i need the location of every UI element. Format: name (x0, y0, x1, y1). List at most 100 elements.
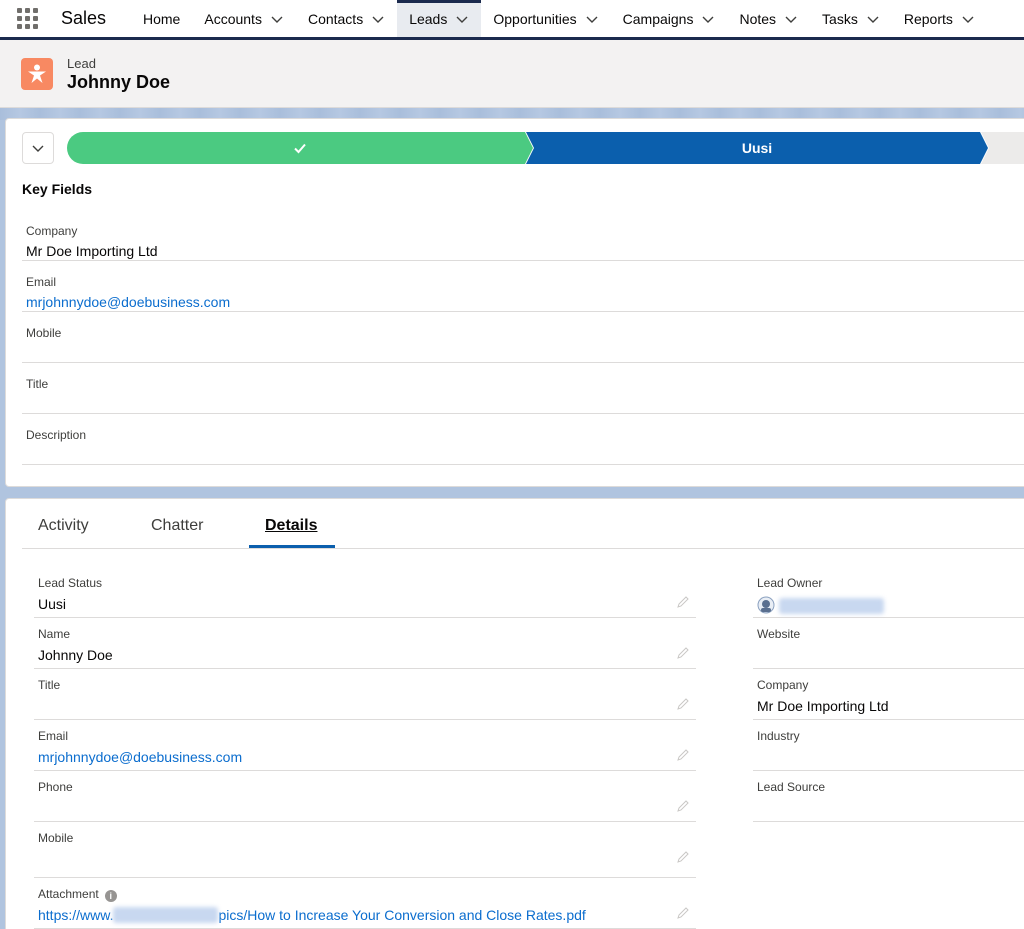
field-label: Lead Source (757, 780, 826, 794)
field-label: Title (26, 377, 49, 391)
detail-industry: Industry (753, 720, 1024, 771)
avatar (757, 596, 775, 614)
nav-item-label: Notes (739, 10, 777, 27)
pencil-icon[interactable] (676, 799, 690, 813)
pencil-icon[interactable] (676, 906, 690, 920)
field-label: Industry (757, 729, 800, 743)
field-value: Mr Doe Importing Ltd (757, 698, 889, 714)
detail-attachment: Attachment i https://www.xxxxxxxxxxxxxxxp… (34, 878, 696, 929)
chevron-down-icon[interactable] (455, 12, 469, 26)
tab-details[interactable]: Details (265, 517, 317, 535)
tab-bar: Activity Chatter Details (22, 499, 1024, 549)
field-label: Phone (38, 780, 73, 794)
object-type-label: Lead (67, 56, 96, 71)
nav-item-campaigns[interactable]: Campaigns (611, 0, 728, 37)
record-header: Lead Johnny Doe (0, 40, 1024, 108)
detail-mobile: Mobile (34, 822, 696, 878)
nav-item-home[interactable]: Home (131, 0, 192, 37)
attachment-url-suffix: pics/How to Increase Your Conversion and… (218, 907, 586, 923)
redacted-text: xxxxxxxxxxxxxxx (113, 907, 219, 923)
field-value: Uusi (38, 596, 67, 612)
lead-icon (21, 58, 53, 90)
pencil-icon[interactable] (676, 595, 690, 609)
nav-item-leads[interactable]: Leads (397, 0, 482, 37)
field-value: xxxxxxxxxxxxxxx (757, 596, 884, 614)
record-tabs-card: Activity Chatter Details Lead Status Uus… (5, 498, 1024, 929)
global-nav: Sales Home Accounts Contacts Leads Oppor… (0, 0, 1024, 40)
nav-item-label: Accounts (204, 10, 262, 27)
path-stage-completed[interactable] (67, 132, 533, 164)
field-label: Mobile (26, 326, 62, 340)
pencil-icon[interactable] (676, 646, 690, 660)
field-label: Name (38, 627, 71, 641)
field-label: Title (38, 678, 61, 692)
checkmark-icon (294, 143, 306, 154)
key-field-company: Company Mr Doe Importing Ltd (22, 210, 1024, 261)
email-link[interactable]: mrjohnnydoe@doebusiness.com (26, 294, 230, 310)
path-toggle-button[interactable] (22, 132, 54, 164)
key-field-email: Email mrjohnnydoe@doebusiness.com (22, 261, 1024, 312)
info-icon[interactable]: i (104, 890, 117, 902)
nav-item-accounts[interactable]: Accounts (192, 0, 296, 37)
chevron-down-icon[interactable] (270, 12, 284, 26)
pencil-icon[interactable] (676, 748, 690, 762)
path-stage-label: Uusi (741, 140, 773, 156)
tab-chatter[interactable]: Chatter (151, 517, 203, 535)
field-label: Company (757, 678, 809, 692)
chevron-down-icon[interactable] (866, 12, 880, 26)
nav-item-reports[interactable]: Reports (892, 0, 987, 37)
field-label: Email (26, 275, 57, 289)
nav-item-label: Tasks (822, 10, 858, 27)
field-label: Company (26, 224, 78, 238)
tab-active-indicator (249, 545, 335, 548)
field-label: Website (757, 627, 801, 641)
nav-item-opportunities[interactable]: Opportunities (481, 0, 610, 37)
key-field-title: Title (22, 363, 1024, 414)
chevron-down-icon[interactable] (701, 12, 715, 26)
app-launcher-icon[interactable] (17, 7, 39, 30)
email-link[interactable]: mrjohnnydoe@doebusiness.com (38, 749, 242, 765)
attachment-url-prefix: https://www. (38, 907, 114, 923)
detail-title: Title (34, 669, 696, 720)
nav-item-notes[interactable]: Notes (727, 0, 810, 37)
detail-lead-status: Lead Status Uusi (34, 567, 696, 618)
nav-item-label: Home (143, 10, 181, 27)
detail-email: Email mrjohnnydoe@doebusiness.com (34, 720, 696, 771)
nav-item-label: Opportunities (493, 10, 577, 27)
detail-lead-source: Lead Source (753, 771, 1024, 822)
path-stage-current[interactable]: Uusi (526, 132, 988, 164)
nav-item-contacts[interactable]: Contacts (296, 0, 397, 37)
nav-item-tasks[interactable]: Tasks (810, 0, 892, 37)
key-field-description: Description (22, 414, 1024, 465)
detail-company: Company Mr Doe Importing Ltd (753, 669, 1024, 720)
owner-link[interactable]: xxxxxxxxxxxxxxx (778, 598, 884, 614)
chevron-down-icon[interactable] (784, 12, 798, 26)
detail-website: Website (753, 618, 1024, 669)
chevron-down-icon[interactable] (371, 12, 385, 26)
field-label: Lead Owner (757, 576, 823, 590)
detail-lead-owner: Lead Owner xxxxxxxxxxxxxxx (753, 567, 1024, 618)
nav-items: Home Accounts Contacts Leads Opportuniti… (131, 0, 987, 37)
field-value: Mr Doe Importing Ltd (26, 243, 158, 259)
detail-name: Name Johnny Doe (34, 618, 696, 669)
record-name: Johnny Doe (67, 72, 171, 92)
field-value: Johnny Doe (38, 647, 113, 663)
chevron-down-icon (32, 145, 44, 152)
detail-phone: Phone (34, 771, 696, 822)
app-name: Sales (61, 8, 107, 28)
chevron-down-icon[interactable] (585, 12, 599, 26)
key-field-mobile: Mobile (22, 312, 1024, 363)
field-label: Mobile (38, 831, 74, 845)
pencil-icon[interactable] (676, 697, 690, 711)
nav-item-label: Campaigns (622, 10, 694, 27)
field-label-text: Attachment (38, 887, 99, 901)
nav-item-label: Leads (409, 10, 448, 27)
attachment-link[interactable]: https://www.xxxxxxxxxxxxxxxpics/How to I… (38, 907, 586, 923)
key-fields-title: Key Fields (22, 181, 93, 197)
chevron-down-icon[interactable] (961, 12, 975, 26)
nav-item-label: Reports (903, 10, 953, 27)
pencil-icon[interactable] (676, 850, 690, 864)
field-label: Attachment i (38, 887, 117, 902)
field-label: Email (38, 729, 69, 743)
tab-activity[interactable]: Activity (38, 517, 89, 535)
